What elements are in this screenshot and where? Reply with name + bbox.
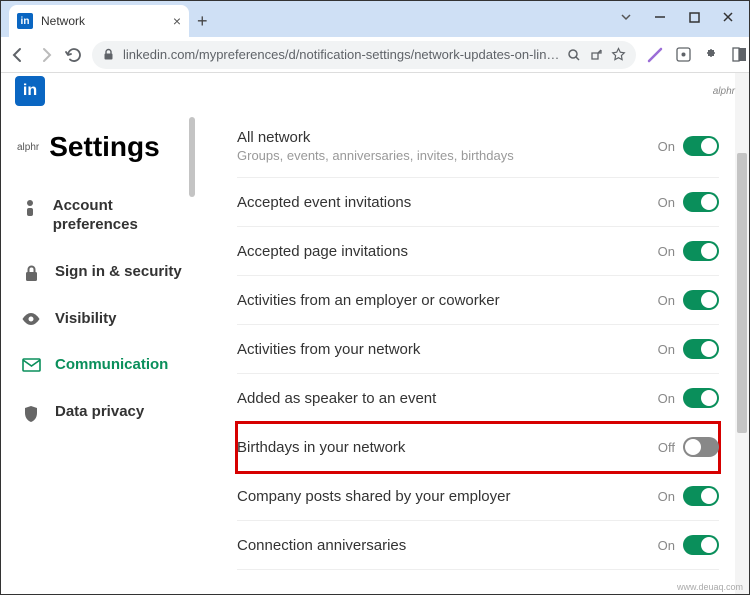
chevron-down-icon[interactable] bbox=[609, 5, 643, 29]
sidebar-item-account[interactable]: Account preferences bbox=[1, 183, 201, 249]
browser-tab[interactable]: in Network × bbox=[9, 5, 189, 37]
extension-icon-1[interactable] bbox=[646, 46, 664, 64]
titlebar: in Network × + bbox=[1, 1, 749, 37]
settings-header: alphr Settings bbox=[1, 123, 201, 183]
page-title: Settings bbox=[49, 131, 159, 163]
toggle-switch[interactable] bbox=[683, 486, 719, 506]
toggle-state-label: On bbox=[658, 139, 675, 154]
toggle-state-label: On bbox=[658, 293, 675, 308]
setting-label: Company posts shared by your employer bbox=[237, 488, 658, 505]
toggle-state-label: On bbox=[658, 244, 675, 259]
tab-title: Network bbox=[41, 14, 165, 28]
new-tab-button[interactable]: + bbox=[197, 5, 208, 37]
toggle-switch[interactable] bbox=[683, 241, 719, 261]
page-scrollbar-track[interactable] bbox=[735, 73, 749, 594]
setting-label: Birthdays in your network bbox=[237, 439, 658, 456]
forward-button[interactable] bbox=[37, 46, 55, 64]
setting-row[interactable]: Company posts shared by your employerOn bbox=[237, 472, 719, 521]
zoom-icon[interactable] bbox=[567, 48, 581, 62]
extension-icon-2[interactable] bbox=[674, 46, 692, 64]
toggle-switch[interactable] bbox=[683, 290, 719, 310]
sidebar-item-communication[interactable]: Communication bbox=[1, 342, 201, 389]
sidebar-item-label: Communication bbox=[55, 356, 168, 375]
toggle-switch[interactable] bbox=[683, 339, 719, 359]
toggle-switch[interactable] bbox=[683, 192, 719, 212]
person-icon bbox=[21, 197, 39, 217]
setting-label: Added as speaker to an event bbox=[237, 390, 658, 407]
toggle-switch[interactable] bbox=[683, 388, 719, 408]
tab-close-icon[interactable]: × bbox=[173, 13, 181, 29]
sidebar-item-label: Visibility bbox=[55, 310, 116, 329]
toggle-state-label: On bbox=[658, 195, 675, 210]
sidebar-item-signin[interactable]: Sign in & security bbox=[1, 249, 201, 296]
toggle-state-label: On bbox=[658, 342, 675, 357]
extension-icons: ⋮ bbox=[646, 45, 750, 65]
setting-label: Accepted event invitations bbox=[237, 194, 658, 211]
eye-icon bbox=[21, 310, 41, 326]
setting-row[interactable]: Activities from an employer or coworkerO… bbox=[237, 276, 719, 325]
sidebar-scrollbar[interactable] bbox=[189, 117, 195, 197]
setting-row[interactable]: Connection anniversariesOn bbox=[237, 521, 719, 570]
puzzle-icon[interactable] bbox=[702, 46, 720, 64]
setting-row[interactable]: Activities from your networkOn bbox=[237, 325, 719, 374]
toggle-state-label: On bbox=[658, 391, 675, 406]
toggle-state-label: On bbox=[658, 489, 675, 504]
setting-sublabel: Groups, events, anniversaries, invites, … bbox=[237, 148, 658, 163]
setting-label: All network bbox=[237, 129, 658, 146]
setting-label: Activities from an employer or coworker bbox=[237, 292, 658, 309]
browser-toolbar: linkedin.com/mypreferences/d/notificatio… bbox=[1, 37, 749, 73]
sidebar-item-label: Account preferences bbox=[53, 197, 185, 235]
sidebar: alphr Settings Account preferences Sign … bbox=[1, 73, 201, 594]
address-bar[interactable]: linkedin.com/mypreferences/d/notificatio… bbox=[92, 41, 636, 69]
sidebar-item-label: Data privacy bbox=[55, 403, 144, 422]
setting-row[interactable]: Accepted page invitationsOn bbox=[237, 227, 719, 276]
toggle-state-label: On bbox=[658, 538, 675, 553]
toggle-switch[interactable] bbox=[683, 535, 719, 555]
page-scrollbar-thumb[interactable] bbox=[737, 153, 747, 433]
tab-favicon-linkedin: in bbox=[17, 13, 33, 29]
setting-row[interactable]: Added as speaker to an eventOn bbox=[237, 374, 719, 423]
sidebar-item-privacy[interactable]: Data privacy bbox=[1, 389, 201, 437]
setting-row[interactable]: All network Groups, events, anniversaries… bbox=[237, 127, 719, 178]
lock-icon bbox=[102, 48, 115, 61]
star-icon[interactable] bbox=[611, 47, 626, 62]
share-icon[interactable] bbox=[589, 48, 603, 62]
extension-icon-4[interactable] bbox=[730, 46, 748, 64]
watermark: www.deuaq.com bbox=[677, 582, 743, 592]
linkedin-logo[interactable]: in bbox=[15, 76, 45, 106]
alphr-label: alphr bbox=[713, 86, 735, 97]
url-text: linkedin.com/mypreferences/d/notificatio… bbox=[123, 47, 559, 62]
sidebar-item-visibility[interactable]: Visibility bbox=[1, 296, 201, 343]
close-icon[interactable] bbox=[711, 5, 745, 29]
minimize-icon[interactable] bbox=[643, 5, 677, 29]
sidebar-item-label: Sign in & security bbox=[55, 263, 182, 282]
toggle-state-label: Off bbox=[658, 440, 675, 455]
setting-row[interactable]: Birthdays in your networkOff bbox=[237, 423, 719, 472]
main-panel: Network All networkGroups, events, anniv… bbox=[201, 73, 749, 594]
shield-icon bbox=[21, 403, 41, 423]
mail-icon bbox=[21, 356, 41, 372]
toggle-switch[interactable] bbox=[683, 136, 719, 156]
toggle-switch[interactable] bbox=[683, 437, 719, 457]
lock-icon bbox=[21, 263, 41, 282]
setting-label: Connection anniversaries bbox=[237, 537, 658, 554]
setting-row[interactable]: Accepted event invitationsOn bbox=[237, 178, 719, 227]
reload-button[interactable] bbox=[65, 46, 82, 63]
alphr-prefix: alphr bbox=[17, 142, 39, 153]
setting-label: Activities from your network bbox=[237, 341, 658, 358]
setting-label: Accepted page invitations bbox=[237, 243, 658, 260]
back-button[interactable] bbox=[9, 46, 27, 64]
maximize-icon[interactable] bbox=[677, 5, 711, 29]
